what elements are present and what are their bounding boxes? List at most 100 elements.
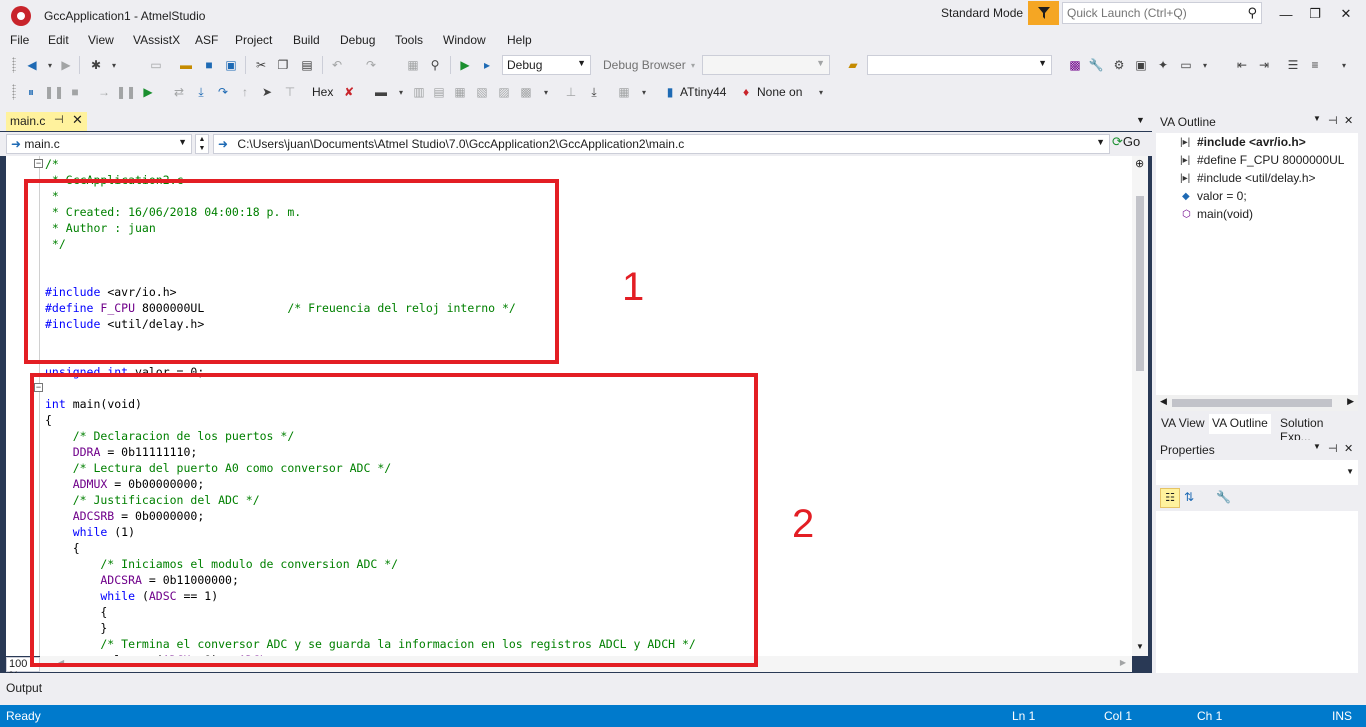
start-debugging-icon[interactable]: ▶ [456,56,474,74]
properties-object-select[interactable]: ▼ [1156,462,1358,484]
back-icon[interactable]: ◀ [23,56,41,74]
toolbar-grip[interactable] [12,84,16,100]
toolbar-options-icon[interactable]: ▾ [1335,56,1353,74]
chip-icon[interactable]: ▮ [661,83,679,101]
close-tab-icon[interactable]: ✕ [72,112,83,128]
memory-dropdown-icon[interactable]: ▾ [392,83,410,101]
minimize-button[interactable]: — [1274,5,1298,23]
outline-item[interactable]: #define F_CPU 8000000UL [1197,153,1344,167]
find-in-files-icon[interactable]: ▰ [844,56,862,74]
windows-dropdown-icon[interactable]: ▾ [537,83,555,101]
close-pane-icon[interactable]: ✕ [1344,442,1353,455]
pause-icon[interactable]: ❚❚ [44,83,64,101]
outline-item[interactable]: valor = 0; [1197,189,1247,203]
menu-edit[interactable]: Edit [48,33,69,47]
tab-main-c[interactable]: main.c ⊣ ✕ [6,112,87,131]
pin-icon[interactable]: ⊣ [1328,442,1338,455]
outdent-icon[interactable]: ⇤ [1233,56,1251,74]
pane-options-icon[interactable]: ▼ [1313,442,1321,451]
extension-icon[interactable]: ✦ [1154,56,1172,74]
collapse-icon[interactable]: − [34,159,43,168]
redo-icon[interactable]: ↷ [362,56,380,74]
pin-icon[interactable]: ⊣ [1328,114,1338,127]
terminal-icon[interactable]: ▣ [1132,56,1150,74]
menu-asf[interactable]: ASF [195,33,218,47]
comment-icon[interactable]: ☰ [1284,56,1302,74]
menu-window[interactable]: Window [443,33,486,47]
forward-icon[interactable]: ▶ [57,56,75,74]
registers-icon[interactable]: ▥ [410,83,428,101]
outline-item[interactable]: #include <avr/io.h> [1197,135,1306,149]
pane-options-icon[interactable]: ▼ [1313,114,1321,123]
device-label[interactable]: ATtiny44 [680,85,726,99]
menu-help[interactable]: Help [507,33,532,47]
step-into-icon[interactable]: ⤓ [192,83,210,101]
cut-icon[interactable]: ✂ [252,56,270,74]
close-window-button[interactable]: ✕ [1334,5,1358,23]
pin-icon[interactable]: ⊣ [54,113,64,126]
trace-dropdown-icon[interactable]: ▾ [635,83,653,101]
add-item-icon[interactable]: ▭ [147,56,165,74]
toolbar-grip[interactable] [12,57,16,73]
scroll-left-icon[interactable]: ◀ [1160,396,1167,407]
attach-icon[interactable]: → [95,83,113,101]
output-tab[interactable]: Output [0,673,1366,704]
menu-file[interactable]: File [10,33,29,47]
show-next-statement-icon[interactable]: ⇄ [170,83,188,101]
outline-scrollbar[interactable]: ◀ ▶ [1156,395,1358,411]
tool-icon[interactable]: ♦ [737,83,755,101]
io-view-icon[interactable]: ▤ [430,83,448,101]
tab-solution-explorer[interactable]: Solution Exp... [1277,414,1358,444]
platform-select[interactable]: ▼ [702,55,830,75]
quick-launch-input[interactable] [1063,3,1233,23]
tools-icon[interactable]: 🔧 [1087,56,1105,74]
open-file-icon[interactable]: ▬ [177,56,195,74]
trace-icon[interactable]: ▦ [615,83,633,101]
copy-icon[interactable]: ❐ [274,56,292,74]
new-project-icon[interactable]: ✱ [87,56,105,74]
disassembly-icon[interactable]: ▩ [517,83,535,101]
menu-vassistx[interactable]: VAssistX [133,33,180,47]
locals-icon[interactable]: ▧ [473,83,491,101]
menu-view[interactable]: View [88,33,114,47]
start-without-debugging-icon[interactable]: ▸ [478,56,496,74]
processor-view-icon[interactable]: ⊥ [562,83,580,101]
alphabetical-icon[interactable]: ⇅ [1184,490,1194,504]
step-over-icon[interactable]: ↷ [214,83,232,101]
find-combo[interactable]: ▼ [867,55,1052,75]
scroll-right-icon[interactable]: ▶ [1347,396,1354,407]
categorized-icon[interactable]: ☷ [1160,488,1180,508]
menu-build[interactable]: Build [293,33,320,47]
configuration-select[interactable]: Debug ▼ [502,55,591,75]
download-icon[interactable]: ⤓ [585,83,603,101]
debug-browser-label[interactable]: Debug Browser [603,58,686,72]
continue-icon[interactable]: ▶ [139,83,157,101]
step-out-icon[interactable]: ↑ [236,83,254,101]
layout-dropdown-icon[interactable]: ▾ [1196,56,1214,74]
uncomment-icon[interactable]: ≡ [1306,56,1324,74]
new-project-dropdown-icon[interactable]: ▾ [105,56,123,74]
property-pages-icon[interactable]: 🔧 [1216,490,1231,504]
run-to-cursor-icon[interactable]: ➤ [258,83,276,101]
watch-icon[interactable]: ▦ [451,83,469,101]
filter-icon[interactable] [1028,1,1059,25]
stop-icon[interactable]: ■ [66,83,84,101]
close-pane-icon[interactable]: ✕ [1344,114,1353,127]
save-all-icon[interactable]: ▣ [222,56,240,74]
indent-icon[interactable]: ⇥ [1255,56,1273,74]
quick-launch-box[interactable]: ⚲ [1062,2,1262,24]
search-icon[interactable]: ⚲ [1247,5,1257,21]
call-stack-icon[interactable]: ▨ [495,83,513,101]
splitter-arrows[interactable]: ▲ ▼ [195,134,209,154]
find-icon[interactable]: ⚲ [426,56,444,74]
outline-item[interactable]: #include <util/delay.h> [1197,171,1316,185]
tab-va-outline[interactable]: VA Outline [1209,414,1271,434]
scroll-down-icon[interactable]: ▼ [1136,642,1144,651]
file-select[interactable]: ➜ main.c ▼ [6,134,192,154]
hex-toggle[interactable]: Hex [312,85,333,99]
break-all-icon[interactable]: ❚❚ [116,83,136,101]
build-solution-icon[interactable]: ▦ [404,56,422,74]
tab-va-view[interactable]: VA View [1158,414,1208,434]
outline-item[interactable]: main(void) [1197,207,1253,221]
split-icon[interactable]: ⊕ [1135,157,1144,170]
